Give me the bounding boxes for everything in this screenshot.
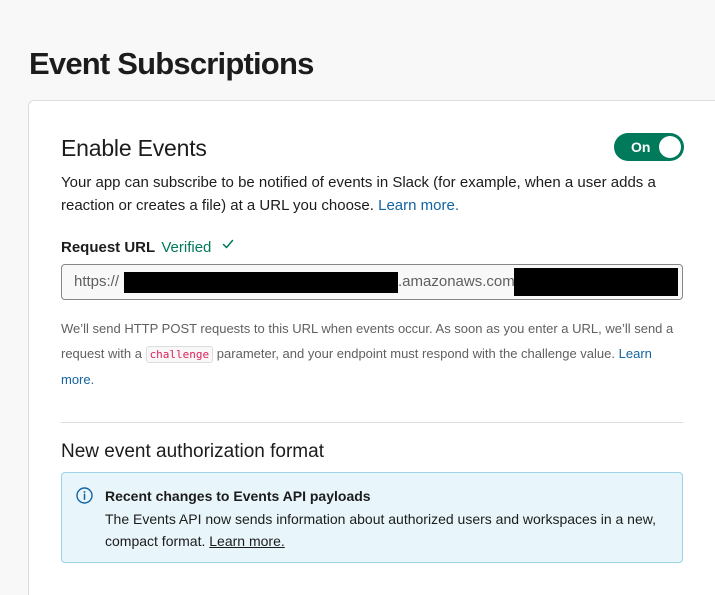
- info-title: Recent changes to Events API payloads: [105, 488, 371, 504]
- request-url-help: We’ll send HTTP POST requests to this UR…: [61, 316, 686, 392]
- auth-format-title: New event authorization format: [61, 441, 324, 462]
- enable-events-description: Your app can subscribe to be notified of…: [61, 171, 686, 217]
- event-subscriptions-page: Event Subscriptions Enable Events On You…: [0, 0, 715, 595]
- info-circle-icon: [76, 487, 93, 504]
- redacted-block: [124, 272, 398, 293]
- enable-events-toggle[interactable]: On: [614, 133, 684, 161]
- learn-more-link[interactable]: Learn more.: [378, 197, 459, 214]
- check-icon: [222, 239, 233, 249]
- url-domain: .amazonaws.com: [398, 273, 515, 290]
- description-text: Your app can subscribe to be notified of…: [61, 174, 656, 214]
- verified-status: Verified: [161, 239, 212, 256]
- toggle-label: On: [631, 139, 651, 155]
- enable-events-title: Enable Events: [61, 135, 207, 161]
- info-learn-more-link[interactable]: Learn more.: [209, 533, 284, 549]
- request-url-label-row: Request URL Verified: [61, 238, 234, 258]
- redacted-block: [514, 268, 678, 296]
- url-prefix: https://: [74, 273, 120, 290]
- challenge-code: challenge: [145, 346, 214, 363]
- info-body: The Events API now sends information abo…: [105, 508, 670, 552]
- request-url-label: Request URL: [61, 239, 156, 256]
- section-divider: [61, 422, 683, 423]
- request-url-input[interactable]: https:// .amazonaws.com: [61, 264, 683, 300]
- help-text-after: parameter, and your endpoint must respon…: [216, 346, 615, 361]
- page-title: Event Subscriptions: [29, 46, 314, 81]
- info-banner: Recent changes to Events API payloads Th…: [61, 472, 683, 563]
- toggle-knob: [659, 136, 681, 158]
- settings-card: Enable Events On Your app can subscribe …: [28, 100, 715, 595]
- info-body-text: The Events API now sends information abo…: [105, 511, 656, 549]
